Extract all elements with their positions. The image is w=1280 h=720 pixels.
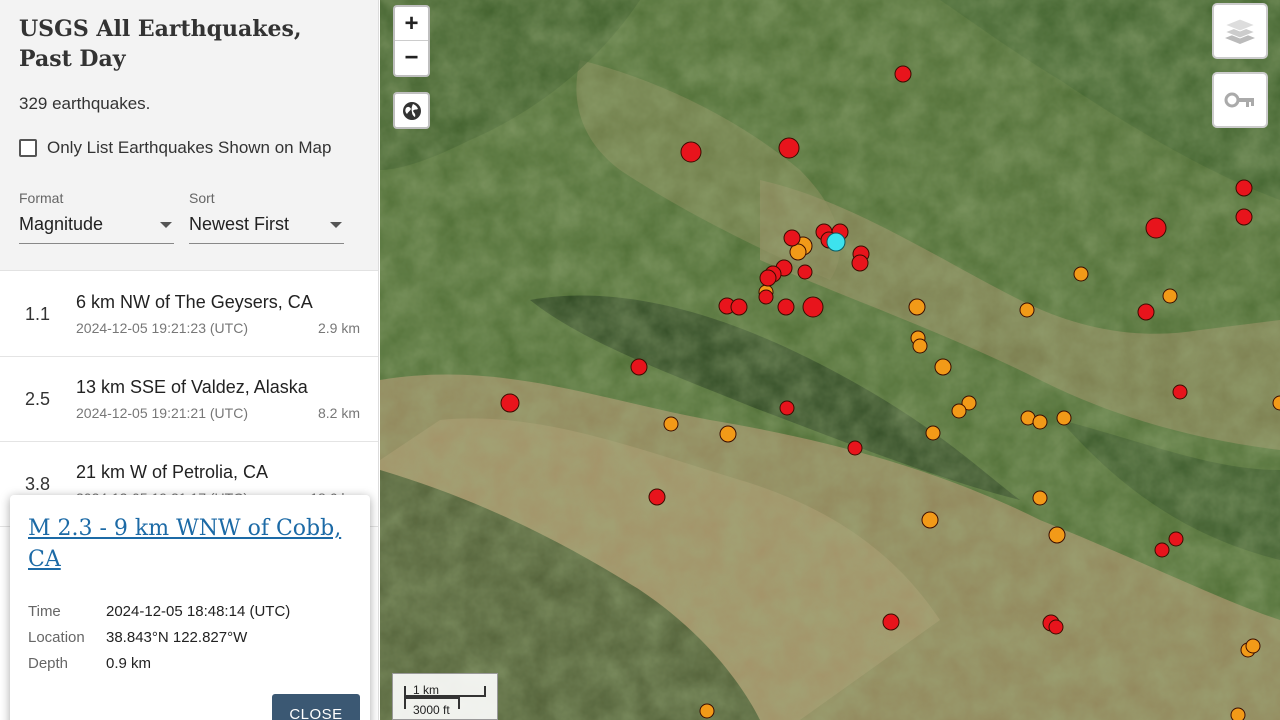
- earthquake-popup: M 2.3 - 9 km WNW of Cobb, CA Time 2024-1…: [10, 495, 370, 720]
- earthquake-marker-orange[interactable]: [699, 703, 715, 719]
- earthquake-marker-red[interactable]: [1154, 542, 1170, 558]
- only-list-checkbox[interactable]: [19, 139, 37, 157]
- popup-time-label: Time: [28, 603, 61, 620]
- earthquake-marker-red[interactable]: [797, 264, 813, 280]
- sort-label: Sort: [189, 190, 215, 206]
- earthquake-marker-red[interactable]: [730, 298, 748, 316]
- zoom-control: + −: [393, 5, 430, 77]
- earthquake-marker-orange[interactable]: [951, 403, 967, 419]
- earthquake-marker-orange[interactable]: [663, 416, 679, 432]
- earthquake-marker-orange[interactable]: [1032, 414, 1048, 430]
- earthquake-marker-red[interactable]: [1048, 619, 1064, 635]
- earthquake-marker-red[interactable]: [1172, 384, 1188, 400]
- format-value: Magnitude: [19, 214, 104, 234]
- sidebar: USGS All Earthquakes, Past Day 329 earth…: [0, 0, 379, 720]
- earthquake-marker-orange[interactable]: [1230, 707, 1246, 720]
- earthquake-marker-red[interactable]: [758, 289, 774, 305]
- globe-button[interactable]: [393, 92, 430, 129]
- earthquake-place: 6 km NW of The Geysers, CA: [76, 292, 313, 312]
- earthquake-marker-orange[interactable]: [1162, 288, 1178, 304]
- earthquake-marker-orange[interactable]: [1032, 490, 1048, 506]
- earthquake-marker-red[interactable]: [777, 298, 795, 316]
- zoom-out-button[interactable]: −: [395, 41, 428, 75]
- earthquake-depth: 2.9 km: [317, 320, 360, 336]
- earthquake-list-item[interactable]: 2.5 13 km SSE of Valdez, Alaska 2024-12-…: [0, 357, 378, 442]
- format-label: Format: [19, 190, 64, 206]
- scale-km: 1 km: [413, 683, 440, 697]
- chevron-down-icon: [330, 221, 342, 228]
- map-scale: 1 km 3000 ft: [392, 673, 498, 720]
- earthquake-marker-orange[interactable]: [1048, 526, 1066, 544]
- list-options: Format Magnitude Sort Newest First: [19, 190, 359, 244]
- popup-title-link[interactable]: M 2.3 - 9 km WNW of Cobb, CA: [28, 513, 348, 575]
- earthquake-marker-orange[interactable]: [925, 425, 941, 441]
- earthquake-marker-orange[interactable]: [921, 511, 939, 529]
- only-list-toggle[interactable]: Only List Earthquakes Shown on Map: [19, 138, 359, 158]
- popup-location-label: Location: [28, 629, 85, 646]
- close-button[interactable]: CLOSE: [272, 694, 360, 720]
- sort-value: Newest First: [189, 214, 290, 234]
- earthquake-marker-red[interactable]: [894, 65, 912, 83]
- earthquake-marker-red[interactable]: [1145, 217, 1167, 239]
- earthquake-place: 13 km SSE of Valdez, Alaska: [76, 377, 308, 397]
- earthquake-marker-red[interactable]: [847, 440, 863, 456]
- earthquake-marker-orange[interactable]: [934, 358, 952, 376]
- chevron-down-icon: [160, 221, 172, 228]
- popup-depth-label: Depth: [28, 655, 69, 672]
- earthquake-marker-red[interactable]: [851, 254, 869, 272]
- earthquake-marker-orange[interactable]: [1073, 266, 1089, 282]
- scale-ft: 3000 ft: [413, 703, 450, 717]
- earthquake-marker-red[interactable]: [779, 400, 795, 416]
- earthquake-marker-red[interactable]: [783, 229, 801, 247]
- app-title: USGS All Earthquakes, Past Day: [19, 16, 302, 72]
- earthquake-marker-red[interactable]: [759, 269, 777, 287]
- earthquake-magnitude: 3.8: [25, 474, 51, 494]
- earthquake-marker-red[interactable]: [500, 393, 520, 413]
- earthquake-time: 2024-12-05 19:21:21 (UTC): [76, 405, 248, 421]
- earthquake-marker-red[interactable]: [1137, 303, 1155, 321]
- earthquake-marker-red[interactable]: [882, 613, 900, 631]
- format-select[interactable]: Magnitude: [19, 210, 174, 244]
- globe-icon: [402, 101, 421, 120]
- earthquake-marker-orange[interactable]: [719, 425, 737, 443]
- popup-location-value: 38.843°N 122.827°W: [106, 629, 248, 646]
- sort-group: Sort Newest First: [189, 190, 344, 244]
- key-icon: [1224, 92, 1254, 108]
- selected-earthquake-marker[interactable]: [826, 232, 846, 252]
- earthquake-marker-red[interactable]: [802, 296, 824, 318]
- sidebar-header: USGS All Earthquakes, Past Day 329 earth…: [0, 0, 378, 271]
- zoom-in-button[interactable]: +: [395, 7, 428, 41]
- earthquake-magnitude: 1.1: [25, 304, 51, 324]
- layers-icon: [1223, 18, 1257, 44]
- earthquake-count: 329 earthquakes.: [19, 94, 151, 113]
- earthquake-markers: [500, 65, 1280, 720]
- earthquake-marker-orange[interactable]: [1245, 638, 1261, 654]
- map[interactable]: + − 1 km 3000 ft: [380, 0, 1280, 720]
- earthquake-time: 2024-12-05 19:21:23 (UTC): [76, 320, 248, 336]
- layers-button[interactable]: [1212, 3, 1268, 59]
- earthquake-depth: 8.2 km: [317, 405, 360, 421]
- earthquake-marker-red[interactable]: [648, 488, 666, 506]
- earthquake-place: 21 km W of Petrolia, CA: [76, 462, 269, 482]
- earthquake-marker-red[interactable]: [1235, 179, 1253, 197]
- earthquake-marker-red[interactable]: [1168, 531, 1184, 547]
- popup-depth-value: 0.9 km: [106, 655, 152, 672]
- earthquake-marker-red[interactable]: [778, 137, 800, 159]
- earthquake-marker-orange[interactable]: [912, 338, 928, 354]
- earthquake-marker-red[interactable]: [630, 358, 648, 376]
- earthquake-marker-orange[interactable]: [1019, 302, 1035, 318]
- earthquake-marker-orange[interactable]: [1272, 395, 1280, 411]
- earthquake-marker-orange[interactable]: [908, 298, 926, 316]
- sort-select[interactable]: Newest First: [189, 210, 344, 244]
- earthquake-list-item[interactable]: 1.1 6 km NW of The Geysers, CA 2024-12-0…: [0, 272, 378, 357]
- popup-time-value: 2024-12-05 18:48:14 (UTC): [106, 603, 291, 620]
- legend-button[interactable]: [1212, 72, 1268, 128]
- earthquake-marker-red[interactable]: [680, 141, 702, 163]
- earthquake-magnitude: 2.5: [25, 389, 51, 409]
- format-group: Format Magnitude: [19, 190, 174, 244]
- earthquake-marker-orange[interactable]: [1056, 410, 1072, 426]
- earthquake-marker-red[interactable]: [1235, 208, 1253, 226]
- only-list-label: Only List Earthquakes Shown on Map: [47, 138, 332, 157]
